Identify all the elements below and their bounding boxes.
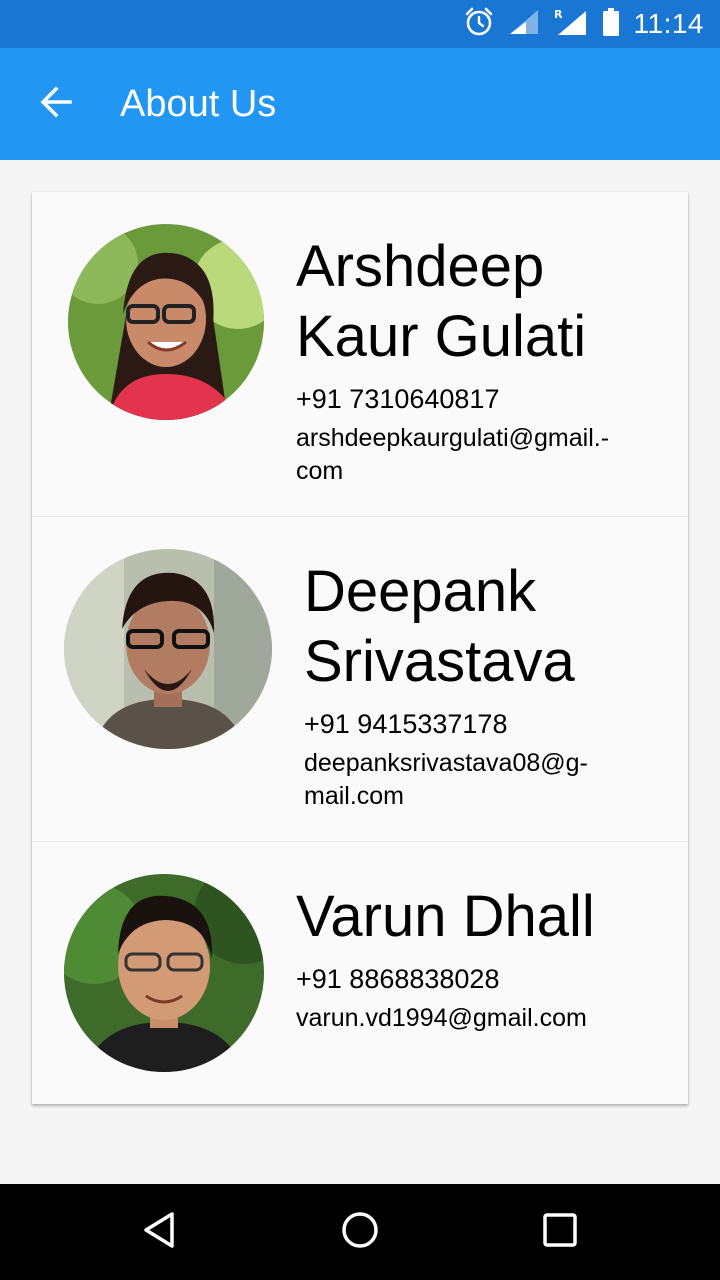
- back-button[interactable]: [24, 76, 88, 132]
- person-phone[interactable]: +91 9415337178: [304, 707, 674, 741]
- nav-home-button[interactable]: [328, 1204, 392, 1260]
- person-phone[interactable]: +91 8868838028: [296, 962, 676, 996]
- app-bar: About Us: [0, 48, 720, 160]
- avatar: [68, 224, 264, 420]
- clock: 11:14: [633, 8, 704, 39]
- avatar: [64, 874, 264, 1072]
- home-circle-icon: [340, 1210, 380, 1255]
- person-name: Varun Dhall: [296, 884, 595, 949]
- page-title: About Us: [120, 82, 277, 125]
- roaming-signal-icon: R: [554, 7, 588, 42]
- list-item: Arshdeep Kaur Gulati +91 7310640817 arsh…: [32, 192, 688, 517]
- person-phone[interactable]: +91 7310640817: [296, 382, 676, 416]
- about-us-content: Arshdeep Kaur Gulati +91 7310640817 arsh…: [0, 160, 720, 1184]
- person-info: Varun Dhall +91 8868838028 varun.vd1994@…: [296, 882, 676, 1035]
- battery-icon: [602, 7, 620, 42]
- list-item: Varun Dhall +91 8868838028 varun.vd1994@…: [32, 842, 688, 1104]
- navigation-bar: [0, 1184, 720, 1280]
- person-name: Deepank Srivastava: [304, 559, 575, 694]
- nav-recents-button[interactable]: [528, 1204, 592, 1260]
- person-info: Arshdeep Kaur Gulati +91 7310640817 arsh…: [296, 232, 676, 488]
- alarm-icon: [464, 7, 494, 42]
- signal-icon: [508, 8, 540, 41]
- back-triangle-icon: [140, 1210, 180, 1255]
- person-info: Deepank Srivastava +91 9415337178 deepan…: [304, 557, 674, 813]
- person-email[interactable]: varun.vd1994@gmail.com: [296, 1002, 676, 1035]
- status-icons: R 11:14: [464, 0, 705, 48]
- avatar: [64, 549, 272, 749]
- profile-photo: [64, 549, 272, 749]
- team-card: Arshdeep Kaur Gulati +91 7310640817 arsh…: [32, 192, 688, 1104]
- profile-photo: [68, 224, 264, 420]
- person-name: Arshdeep Kaur Gulati: [296, 234, 587, 369]
- nav-back-button[interactable]: [128, 1204, 192, 1260]
- svg-text:R: R: [554, 8, 563, 21]
- list-item: Deepank Srivastava +91 9415337178 deepan…: [32, 517, 688, 842]
- recents-square-icon: [540, 1210, 580, 1255]
- profile-photo: [64, 874, 264, 1072]
- person-email[interactable]: deepanksrivastava08@g- mail.com: [304, 747, 674, 813]
- status-bar: R 11:14: [0, 0, 720, 48]
- arrow-back-icon: [38, 84, 74, 125]
- person-email[interactable]: arshdeepkaurgulati@gmail.- com: [296, 422, 676, 488]
